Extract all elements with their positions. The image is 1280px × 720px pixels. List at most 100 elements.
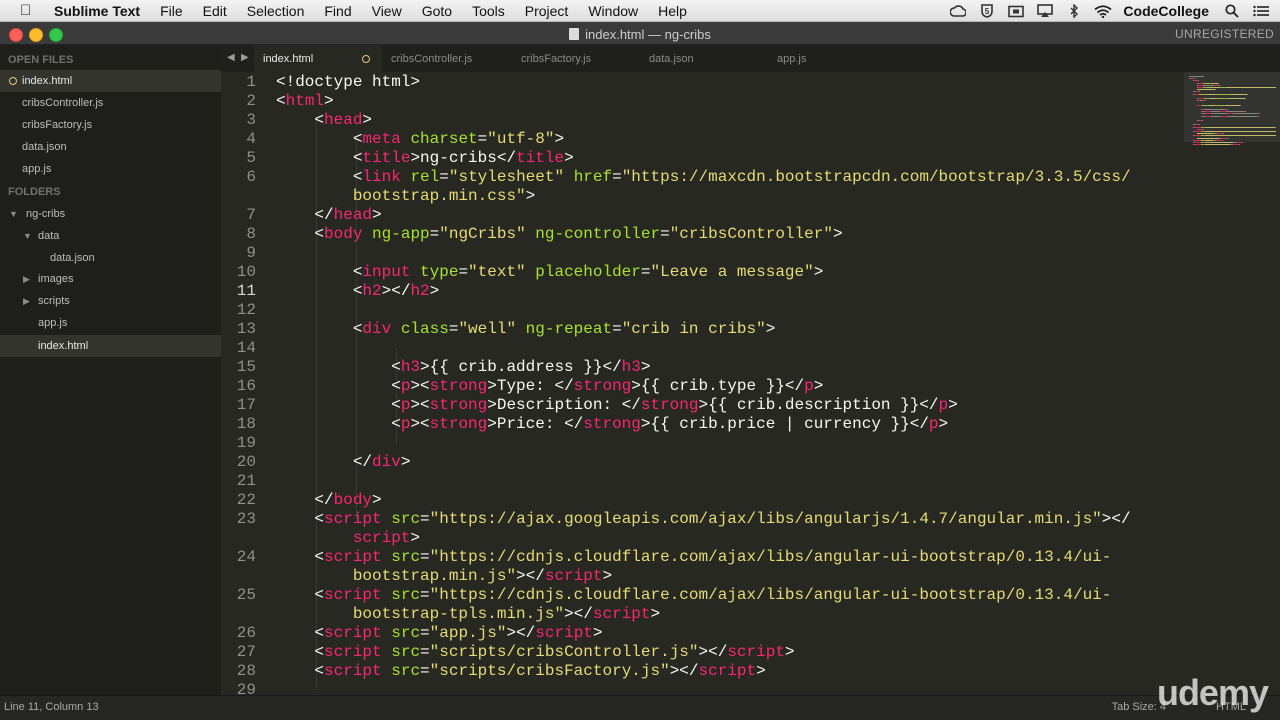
code-token: "utf-8" [487,130,555,148]
code-line[interactable]: <script src="https://cdnjs.cloudflare.co… [276,548,1111,567]
code-line[interactable]: <script src="app.js"></script> [276,624,602,643]
code-line[interactable]: script> [276,529,420,548]
code-line[interactable]: bootstrap.min.js"></script> [276,567,612,586]
code-token: "text" [468,263,536,281]
code-line[interactable]: <body ng-app="ngCribs" ng-controller="cr… [276,225,842,244]
code-token: = [420,662,430,680]
tab-cribscontroller[interactable]: cribsController.js [382,45,510,72]
chevron-down-icon[interactable]: ▼ [9,203,18,225]
creative-cloud-icon[interactable] [949,4,967,18]
open-file-cribsfactory[interactable]: cribsFactory.js [0,114,221,136]
code-token: charset [410,130,478,148]
minimap-line [1194,131,1201,132]
minimap-line [1245,98,1246,99]
cursor-position[interactable]: Line 11, Column 13 [4,701,99,713]
menu-tools[interactable]: Tools [472,3,505,19]
code-line[interactable]: <script src="https://ajax.googleapis.com… [276,510,1130,529]
code-token: = [477,130,488,148]
code-line[interactable]: <h3>{{ crib.address }}</h3> [276,358,650,377]
tab-scroll-right-icon[interactable]: ▶ [241,52,249,63]
app-menu[interactable]: Sublime Text [54,3,140,19]
code-token: < [276,548,325,566]
folder-images[interactable]: ▶ images [0,268,221,290]
menu-project[interactable]: Project [525,3,569,19]
code-line[interactable]: <script src="https://cdnjs.cloudflare.co… [276,586,1111,605]
menu-window[interactable]: Window [588,3,638,19]
menu-selection[interactable]: Selection [247,3,305,19]
bluetooth-icon[interactable] [1065,4,1083,18]
file-app-js[interactable]: app.js [0,312,221,334]
open-file-cribscontroller[interactable]: cribsController.js [0,92,221,114]
code-line[interactable]: <input type="text" placeholder="Leave a … [276,263,824,282]
code-line[interactable]: <div class="well" ng-repeat="crib in cri… [276,320,776,339]
line-number: 27 [236,643,256,661]
notification-center-icon[interactable] [1252,4,1270,18]
menu-goto[interactable]: Goto [422,3,452,19]
minimap-line [1209,98,1216,99]
code-line[interactable]: <html> [276,92,334,111]
folder-scripts[interactable]: ▶ scripts [0,290,221,312]
spotlight-search-icon[interactable] [1223,4,1241,18]
folder-ng-cribs[interactable]: ▼ ng-cribs [0,203,221,225]
menu-file[interactable]: File [160,3,183,19]
tab-cribsfactory[interactable]: cribsFactory.js [510,45,638,72]
open-file-index-html[interactable]: index.html [0,70,221,92]
code-line[interactable]: </head> [276,206,381,225]
code-token: script [544,567,603,585]
code-line[interactable]: <!doctype html> [276,73,420,92]
file-data-json[interactable]: data.json [0,247,221,269]
code-line[interactable]: <script src="scripts/cribsFactory.js"></… [276,662,765,681]
tab-index-html[interactable]: index.html [254,45,382,72]
tab-data-json[interactable]: data.json [638,45,766,72]
menu-find[interactable]: Find [324,3,351,19]
code-line[interactable]: <head> [276,111,372,130]
code-line[interactable]: </body> [276,491,381,510]
code-line[interactable]: <script src="scripts/cribsController.js"… [276,643,794,662]
open-file-label: data.json [22,141,67,153]
user-name[interactable]: CodeCollege [1123,3,1209,19]
minimap-line [1197,89,1215,91]
minimap-line [1199,124,1200,126]
minimap-line [1194,135,1201,137]
chevron-right-icon[interactable]: ▶ [23,290,30,312]
open-file-app-js[interactable]: app.js [0,158,221,180]
code-line[interactable]: <meta charset="utf-8"> [276,130,564,149]
code-line[interactable]: bootstrap-tpls.min.js"></script> [276,605,660,624]
code-line[interactable]: </div> [276,453,411,472]
tab-app-js[interactable]: app.js [766,45,894,72]
camera-icon[interactable] [1007,4,1025,18]
menu-view[interactable]: View [372,3,402,19]
folders-header: FOLDERS [8,186,61,198]
modified-dot-icon[interactable] [362,55,370,63]
code-line[interactable]: <p><strong>Type: </strong>{{ crib.type }… [276,377,823,396]
document-icon [569,28,580,40]
menu-help[interactable]: Help [658,3,687,19]
code-line[interactable]: bootstrap.min.css"> [276,187,535,206]
code-token: strong [429,377,488,395]
folder-data[interactable]: ▼ data [0,225,221,247]
code-line[interactable]: <p><strong>Price: </strong>{{ crib.price… [276,415,948,434]
code-token: > [410,529,421,547]
open-file-data-json[interactable]: data.json [0,136,221,158]
code-token: > [813,263,824,281]
wifi-icon[interactable] [1094,4,1112,18]
code-line[interactable]: <title>ng-cribs</title> [276,149,574,168]
shield-icon[interactable]: 5 [978,4,996,18]
airplay-icon[interactable] [1036,4,1054,18]
code-line[interactable]: <p><strong>Description: </strong>{{ crib… [276,396,958,415]
code-token: </ [276,491,334,509]
minimap-line [1223,133,1224,135]
code-line[interactable]: <h2></h2> [276,282,439,301]
tab-scroll-left-icon[interactable]: ◀ [227,52,235,63]
minimap[interactable] [1181,72,1280,695]
code-editor[interactable]: <!doctype html> <html> <head> <meta chars… [276,72,1181,695]
minimap-line [1259,113,1260,115]
file-index-html[interactable]: index.html [0,335,221,357]
code-line[interactable]: <link rel="stylesheet" href="https://max… [276,168,1131,187]
chevron-down-icon[interactable]: ▼ [23,225,32,247]
line-number: 14 [236,339,256,357]
apple-icon[interactable]:  [20,2,36,19]
chevron-right-icon[interactable]: ▶ [23,268,30,290]
tab-label: index.html [263,53,314,65]
menu-edit[interactable]: Edit [203,3,227,19]
